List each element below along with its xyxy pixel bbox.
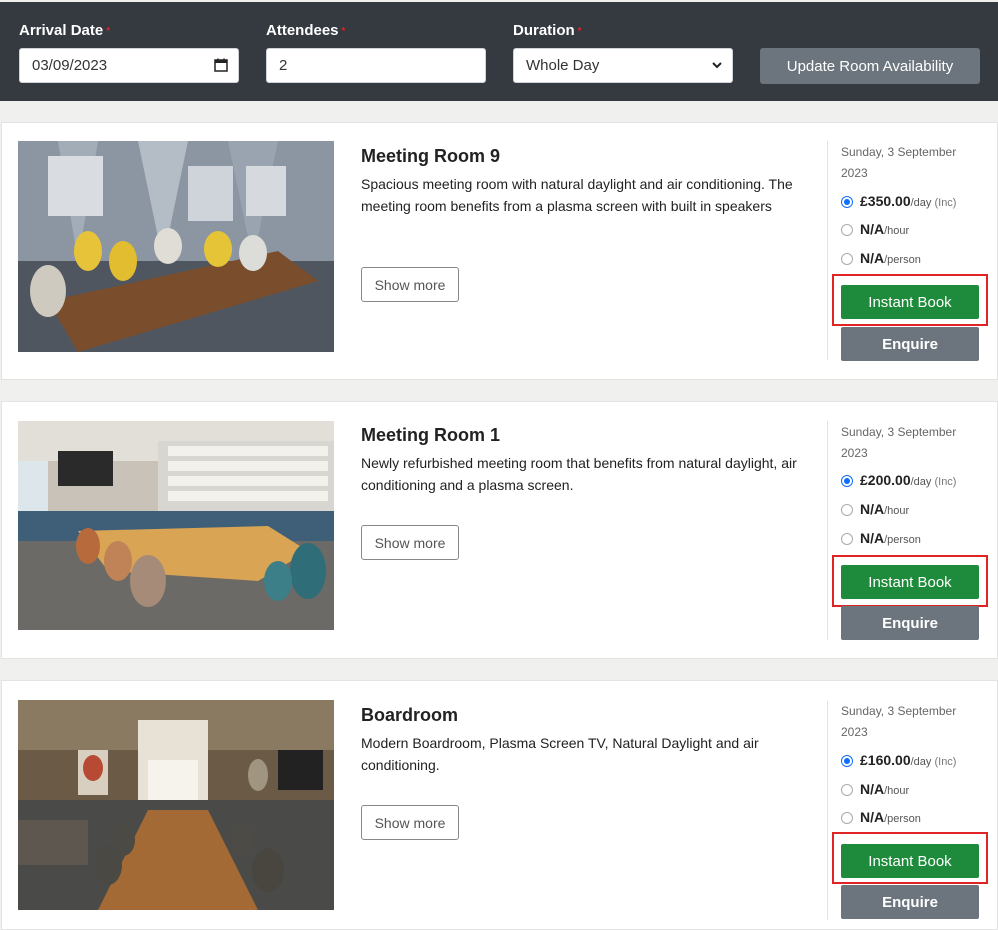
enquire-button[interactable]: Enquire bbox=[841, 327, 979, 361]
show-more-button[interactable]: Show more bbox=[361, 525, 459, 560]
availability-filter-bar: Arrival Date * 03/09/2023 Attendees * 2 Du… bbox=[0, 2, 998, 101]
radio-unselected[interactable] bbox=[841, 253, 853, 266]
divider bbox=[827, 701, 828, 920]
radio-selected[interactable] bbox=[841, 196, 853, 209]
radio-unselected[interactable] bbox=[841, 533, 853, 546]
room-photo bbox=[18, 700, 334, 911]
chevron-down-icon bbox=[710, 58, 724, 76]
rate-option-hour[interactable]: N/A/hour bbox=[841, 501, 909, 519]
rate-option-person[interactable]: N/A/person bbox=[841, 809, 921, 827]
rate-option-hour[interactable]: N/A/hour bbox=[841, 221, 909, 239]
duration-label: Duration * bbox=[513, 22, 582, 39]
enquire-button[interactable]: Enquire bbox=[841, 885, 979, 919]
rate-option-day[interactable]: £200.00/day (Inc) bbox=[841, 472, 956, 490]
room-photo bbox=[18, 141, 334, 352]
arrival-date-label: Arrival Date * bbox=[19, 22, 111, 39]
room-name: Boardroom bbox=[361, 705, 459, 725]
radio-selected[interactable] bbox=[841, 755, 853, 768]
show-more-button[interactable]: Show more bbox=[361, 805, 459, 840]
arrival-date-input[interactable]: 03/09/2023 bbox=[19, 48, 239, 83]
instant-book-button[interactable]: Instant Book bbox=[841, 285, 979, 319]
availability-date: Sunday, 3 September 2023 bbox=[841, 145, 957, 180]
calendar-icon[interactable] bbox=[214, 58, 228, 76]
availability-date: Sunday, 3 September 2023 bbox=[841, 425, 957, 460]
enquire-button[interactable]: Enquire bbox=[841, 606, 979, 640]
room-description: Newly refurbished meeting room that bene… bbox=[361, 455, 797, 493]
rate-option-hour[interactable]: N/A/hour bbox=[841, 781, 909, 799]
instant-book-button[interactable]: Instant Book bbox=[841, 565, 979, 599]
radio-unselected[interactable] bbox=[841, 504, 853, 517]
attendees-input[interactable]: 2 bbox=[266, 48, 486, 83]
rate-option-person[interactable]: N/A/person bbox=[841, 250, 921, 268]
rate-option-day[interactable]: £350.00/day (Inc) bbox=[841, 193, 956, 211]
radio-unselected[interactable] bbox=[841, 784, 853, 797]
divider bbox=[827, 421, 828, 640]
availability-date: Sunday, 3 September 2023 bbox=[841, 704, 957, 739]
show-more-button[interactable]: Show more bbox=[361, 267, 459, 302]
rate-option-day[interactable]: £160.00/day (Inc) bbox=[841, 752, 956, 770]
room-name: Meeting Room 9 bbox=[361, 146, 501, 166]
room-description: Modern Boardroom, Plasma Screen TV, Natu… bbox=[361, 735, 759, 773]
duration-select[interactable]: Whole Day bbox=[513, 48, 733, 83]
radio-unselected[interactable] bbox=[841, 812, 853, 825]
room-description: Spacious meeting room with natural dayli… bbox=[361, 176, 793, 214]
rate-option-person[interactable]: N/A/person bbox=[841, 530, 921, 548]
room-name: Meeting Room 1 bbox=[361, 425, 501, 445]
radio-selected[interactable] bbox=[841, 475, 853, 488]
update-room-availability-button[interactable]: Update Room Availability bbox=[760, 48, 980, 84]
instant-book-button[interactable]: Instant Book bbox=[841, 844, 979, 878]
radio-unselected[interactable] bbox=[841, 224, 853, 237]
divider bbox=[827, 141, 828, 360]
room-photo bbox=[18, 421, 334, 632]
attendees-label: Attendees * bbox=[266, 22, 346, 39]
